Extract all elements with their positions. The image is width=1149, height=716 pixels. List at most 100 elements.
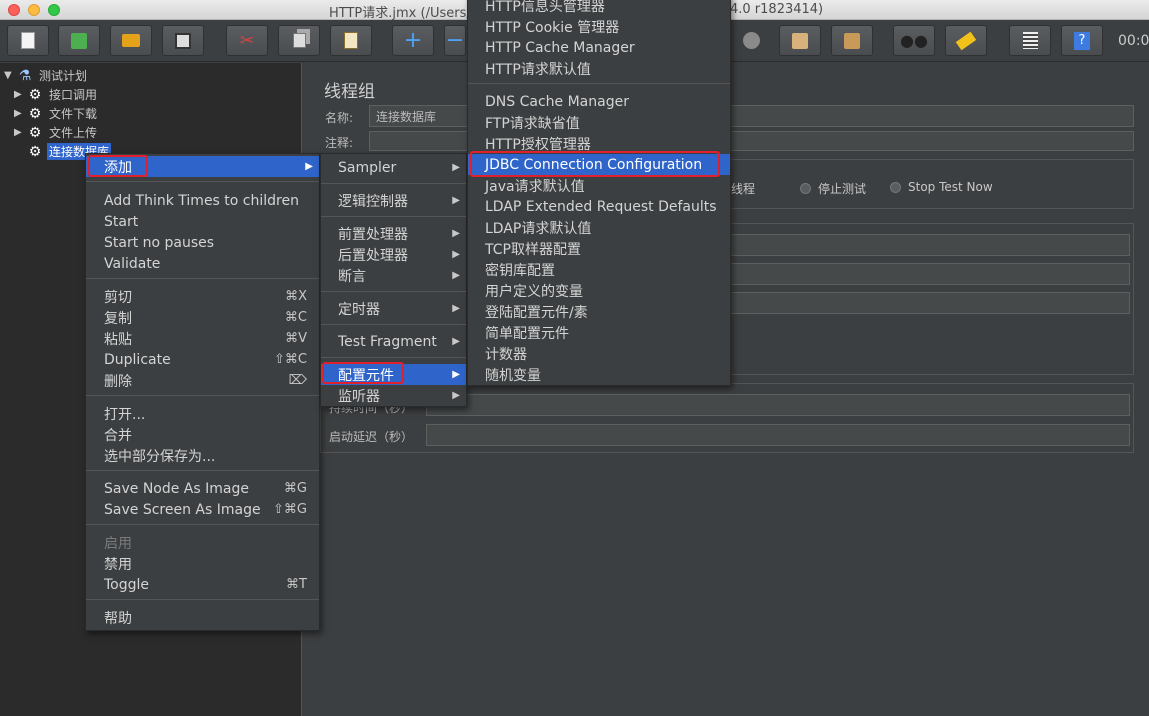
highlight-box-config-element: [322, 362, 404, 384]
submenu-arrow-icon: ▶: [452, 195, 460, 206]
menu-item-counter[interactable]: 计数器: [468, 343, 730, 364]
tree-expand-arrow[interactable]: ▶: [14, 108, 26, 119]
menu-item-ldap-request-defaults[interactable]: LDAP请求默认值: [468, 217, 730, 238]
shortcut-label: ⌘C: [284, 310, 307, 325]
menu-item-pre-processor[interactable]: 前置处理器 ▶: [321, 223, 466, 244]
menu-item-save-node-image[interactable]: Save Node As Image ⌘G: [86, 478, 319, 499]
menu-item-http-cache-manager[interactable]: HTTP Cache Manager: [468, 37, 730, 58]
plus-icon[interactable]: +: [392, 25, 434, 56]
copy-icon[interactable]: [278, 25, 320, 56]
menu-item-paste[interactable]: 粘贴 ⌘V: [86, 328, 319, 349]
menu-item-logic-controller[interactable]: 逻辑控制器 ▶: [321, 190, 466, 211]
menu-separator: [321, 291, 466, 292]
gear-icon: ⚙: [28, 124, 42, 141]
list-icon[interactable]: [1009, 25, 1051, 56]
menu-item-timer[interactable]: 定时器 ▶: [321, 298, 466, 319]
menu-item-start-no-pauses[interactable]: Start no pauses: [86, 232, 319, 253]
close-window-button[interactable]: [8, 4, 20, 16]
menu-item-open[interactable]: 打开...: [86, 403, 319, 424]
menu-item-ftp-request-defaults[interactable]: FTP请求缺省值: [468, 112, 730, 133]
menu-separator: [86, 599, 319, 600]
menu-item-label: Sampler: [338, 159, 397, 176]
menu-item-login-config-element[interactable]: 登陆配置元件/素: [468, 301, 730, 322]
menu-item-keystore-config[interactable]: 密钥库配置: [468, 259, 730, 280]
menu-item-listener[interactable]: 监听器 ▶: [321, 385, 466, 406]
tree-expand-arrow[interactable]: ▶: [14, 127, 26, 138]
binoculars-icon[interactable]: ●●: [893, 25, 935, 56]
menu-item-ldap-extended-defaults[interactable]: LDAP Extended Request Defaults: [468, 196, 730, 217]
ramp-up-field[interactable]: [728, 263, 1130, 285]
menu-item-cut[interactable]: 剪切 ⌘X: [86, 286, 319, 307]
gear-icon: ⚙: [28, 86, 42, 103]
loop-count-field[interactable]: [728, 292, 1130, 314]
menu-item-random-variable[interactable]: 随机变量: [468, 364, 730, 385]
paste-icon[interactable]: [330, 25, 372, 56]
tree-item-label: 文件上传: [49, 126, 98, 140]
menu-item-duplicate[interactable]: Duplicate ⇧⌘C: [86, 349, 319, 370]
shortcut-label: ⇧⌘G: [273, 502, 307, 517]
submenu-arrow-icon: ▶: [305, 161, 313, 172]
tree-expand-arrow[interactable]: ▶: [14, 89, 26, 100]
menu-separator: [86, 395, 319, 396]
minus-icon[interactable]: −: [444, 25, 466, 56]
menu-item-validate[interactable]: Validate: [86, 253, 319, 274]
menu-item-label: 后置处理器: [338, 247, 408, 264]
menu-item-start[interactable]: Start: [86, 211, 319, 232]
tree-item-api-call[interactable]: ▶ ⚙ 接口调用: [14, 85, 99, 104]
menu-item-add-think-times[interactable]: Add Think Times to children: [86, 190, 319, 211]
menu-item-disable[interactable]: 禁用: [86, 553, 319, 574]
minimize-window-button[interactable]: [28, 4, 40, 16]
menu-item-sampler[interactable]: Sampler ▶: [321, 157, 466, 178]
menu-item-test-fragment[interactable]: Test Fragment ▶: [321, 331, 466, 352]
startup-delay-field[interactable]: [426, 424, 1130, 446]
menu-item-save-selection[interactable]: 选中部分保存为...: [86, 445, 319, 466]
menu-separator: [86, 470, 319, 471]
menu-item-merge[interactable]: 合并: [86, 424, 319, 445]
duration-field[interactable]: [426, 394, 1130, 416]
menu-separator: [321, 357, 466, 358]
menu-item-simple-config-element[interactable]: 简单配置元件: [468, 322, 730, 343]
scissors-icon[interactable]: ✂: [226, 25, 268, 56]
menu-item-label: 粘贴: [104, 331, 132, 348]
menu-item-user-defined-variables[interactable]: 用户定义的变量: [468, 280, 730, 301]
menu-item-delete[interactable]: 删除 ⌦: [86, 370, 319, 391]
help-icon[interactable]: ?: [1061, 25, 1103, 56]
menu-item-tcp-sampler-config[interactable]: TCP取样器配置: [468, 238, 730, 259]
shortcut-label: ⌘G: [283, 481, 307, 496]
thread-count-field[interactable]: [728, 234, 1130, 256]
open-folder-icon[interactable]: [110, 25, 152, 56]
tree-item-label: 接口调用: [49, 88, 98, 102]
radio-stop-test[interactable]: 停止测试: [800, 180, 866, 197]
page-title: 线程组: [324, 82, 375, 102]
menu-item-toggle[interactable]: Toggle ⌘T: [86, 574, 319, 595]
tree-item-file-download[interactable]: ▶ ⚙ 文件下载: [14, 104, 99, 123]
save-icon[interactable]: [162, 25, 204, 56]
menu-item-label: 断言: [338, 268, 366, 285]
menu-item-dns-cache-manager[interactable]: DNS Cache Manager: [468, 91, 730, 112]
menu-item-java-request-defaults[interactable]: Java请求默认值: [468, 175, 730, 196]
menu-item-post-processor[interactable]: 后置处理器 ▶: [321, 244, 466, 265]
broom-all-icon[interactable]: [831, 25, 873, 56]
startup-delay-label: 启动延迟（秒）: [329, 430, 414, 444]
maximize-window-button[interactable]: [48, 4, 60, 16]
menu-item-copy[interactable]: 复制 ⌘C: [86, 307, 319, 328]
tree-item-test-plan[interactable]: ▼ ⚗ 测试计划: [4, 66, 89, 85]
tree-item-file-upload[interactable]: ▶ ⚙ 文件上传: [14, 123, 99, 142]
menu-item-help[interactable]: 帮助: [86, 607, 319, 628]
templates-icon[interactable]: [58, 25, 100, 56]
menu-item-label: 逻辑控制器: [338, 193, 408, 210]
menu-item-save-screen-image[interactable]: Save Screen As Image ⇧⌘G: [86, 499, 319, 520]
broom-icon[interactable]: [779, 25, 821, 56]
new-document-icon[interactable]: [7, 25, 49, 56]
menu-separator: [86, 524, 319, 525]
menu-item-http-request-defaults[interactable]: HTTP请求默认值: [468, 58, 730, 79]
menu-item-http-header-manager[interactable]: HTTP信息头管理器: [468, 0, 730, 16]
context-menu: 添加 ▶ Add Think Times to children Start S…: [85, 153, 320, 631]
gear-icon: ⚙: [28, 105, 42, 122]
menu-item-http-cookie-manager[interactable]: HTTP Cookie 管理器: [468, 16, 730, 37]
brush-icon[interactable]: [945, 25, 987, 56]
radio-stop-test-now[interactable]: Stop Test Now: [890, 180, 993, 194]
menu-item-assertion[interactable]: 断言 ▶: [321, 265, 466, 286]
stop-icon[interactable]: [730, 25, 772, 56]
tree-expand-arrow[interactable]: ▼: [4, 70, 16, 81]
